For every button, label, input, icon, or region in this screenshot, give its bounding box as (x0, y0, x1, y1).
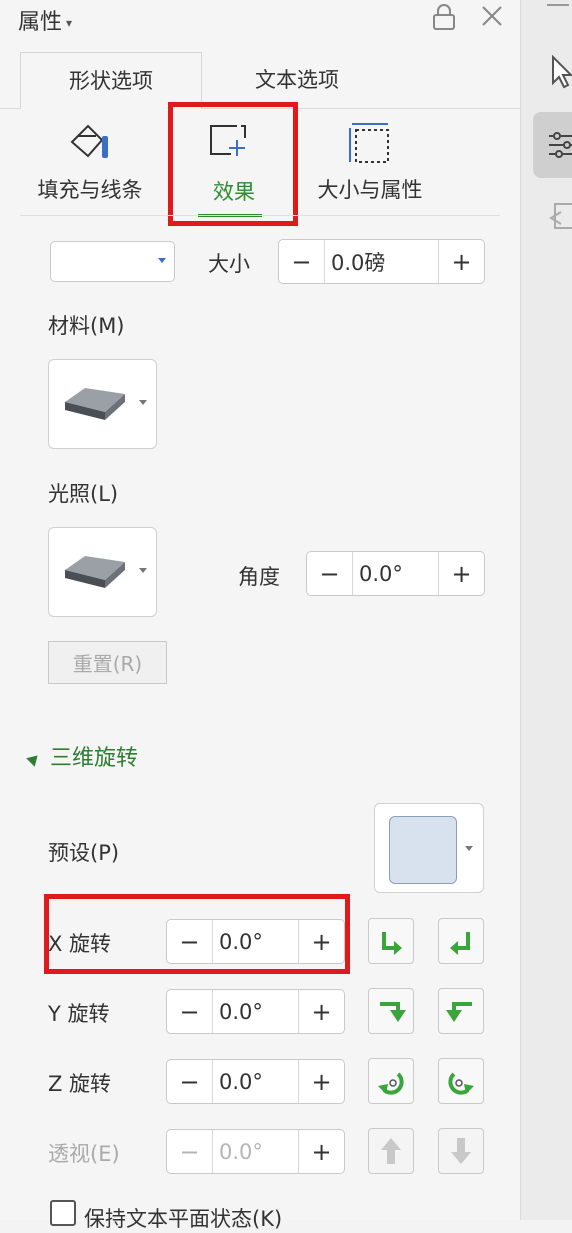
tab-shape-options[interactable]: 形状选项 (20, 52, 202, 109)
chevron-down-icon (139, 568, 147, 573)
z-rotate-cw-button[interactable] (368, 1058, 414, 1104)
z-rotation-stepper[interactable]: − 0.0° + (166, 1059, 345, 1104)
chevron-down-icon (139, 400, 147, 405)
decrement-button[interactable]: − (279, 240, 325, 283)
subtab-divider (20, 215, 500, 216)
increment-button[interactable]: + (438, 552, 484, 595)
perspective-up-button (368, 1128, 414, 1174)
reset-button[interactable]: 重置(R) (48, 641, 167, 684)
size-value[interactable]: 0.0磅 (331, 240, 385, 283)
increment-button[interactable]: + (298, 1130, 344, 1173)
decrement-button[interactable]: − (307, 552, 353, 595)
material-label: 材料(M) (48, 314, 125, 338)
y-rotation-value[interactable]: 0.0° (219, 990, 263, 1033)
y-rotation-stepper[interactable]: − 0.0° + (166, 989, 345, 1034)
section-3d-rotation[interactable]: 三维旋转 (26, 740, 138, 772)
preset-swatch (389, 816, 457, 884)
perspective-down-button (438, 1128, 484, 1174)
rotate-down-icon (380, 1002, 406, 1022)
material-button[interactable] (48, 359, 157, 449)
collapse-triangle-icon (26, 751, 42, 767)
perspective-stepper: − 0.0° + (166, 1129, 345, 1174)
y-rotate-up-button[interactable] (368, 988, 414, 1034)
chevron-down-icon (158, 258, 166, 263)
z-rotation-value[interactable]: 0.0° (219, 1060, 263, 1103)
size-properties-icon (349, 123, 389, 163)
arrow-up-icon (381, 1138, 401, 1164)
angle-stepper[interactable]: − 0.0° + (306, 551, 485, 596)
fill-line-icon (70, 124, 108, 158)
y-rotate-down-button[interactable] (438, 988, 484, 1034)
subtab-fill-line[interactable]: 填充与线条 (20, 118, 160, 208)
size-stepper[interactable]: − 0.0磅 + (278, 239, 485, 284)
right-toolbar (520, 0, 572, 1220)
increment-button[interactable]: + (438, 240, 484, 283)
subtab-label: 填充与线条 (37, 178, 143, 202)
tab-label: 形状选项 (69, 69, 153, 93)
tab-label: 文本选项 (255, 68, 339, 92)
y-rotation-label: Y 旋转 (48, 1002, 110, 1026)
subtab-size-properties[interactable]: 大小与属性 (300, 118, 440, 208)
decrement-button[interactable]: − (167, 1060, 213, 1103)
arrow-down-icon (451, 1138, 471, 1164)
highlight-x-rotation (44, 894, 350, 974)
rotate-down-alt-icon (446, 1002, 472, 1022)
increment-button[interactable]: + (298, 990, 344, 1033)
z-rotation-label: Z 旋转 (48, 1072, 112, 1096)
rotate-right-icon (450, 932, 470, 955)
subtab-label: 大小与属性 (317, 178, 423, 202)
decrement-button[interactable]: − (167, 990, 213, 1033)
close-icon[interactable] (480, 4, 504, 28)
lighting-button[interactable] (48, 527, 157, 617)
chevron-down-icon: ▾ (66, 16, 73, 30)
preset-label: 预设(P) (48, 841, 120, 865)
tab-text-options[interactable]: 文本选项 (202, 52, 392, 108)
rotate-counterclockwise-icon (448, 1072, 474, 1095)
increment-button[interactable]: + (298, 1060, 344, 1103)
lighting-preview-icon (65, 556, 125, 588)
rotate-left-icon (382, 932, 402, 955)
material-preview-icon (65, 388, 125, 420)
angle-label: 角度 (238, 565, 280, 589)
x-rotate-right-button[interactable] (438, 918, 484, 964)
decrement-button: − (167, 1130, 213, 1173)
chevron-down-icon (465, 846, 473, 851)
panel-title[interactable]: 属性 ▾ (18, 4, 72, 36)
lock-icon[interactable] (432, 4, 456, 30)
keep-text-flat-checkbox[interactable] (50, 1200, 76, 1226)
size-label: 大小 (208, 252, 250, 276)
preset-button[interactable] (374, 803, 484, 893)
menu-icon[interactable] (547, 4, 569, 12)
perspective-label: 透视(E) (48, 1142, 120, 1166)
bevel-dropdown[interactable] (50, 241, 175, 282)
x-rotate-left-button[interactable] (368, 918, 414, 964)
rotate-clockwise-icon (378, 1072, 404, 1095)
settings-sliders-icon[interactable] (533, 112, 572, 178)
highlight-effects (168, 102, 298, 226)
cursor-icon[interactable] (551, 55, 572, 89)
angle-value[interactable]: 0.0° (359, 552, 403, 595)
z-rotate-ccw-button[interactable] (438, 1058, 484, 1104)
keep-text-flat-label[interactable]: 保持文本平面状态(K) (84, 1203, 282, 1233)
perspective-value: 0.0° (219, 1139, 263, 1164)
transfer-icon[interactable] (547, 198, 572, 232)
lighting-label: 光照(L) (48, 482, 119, 506)
